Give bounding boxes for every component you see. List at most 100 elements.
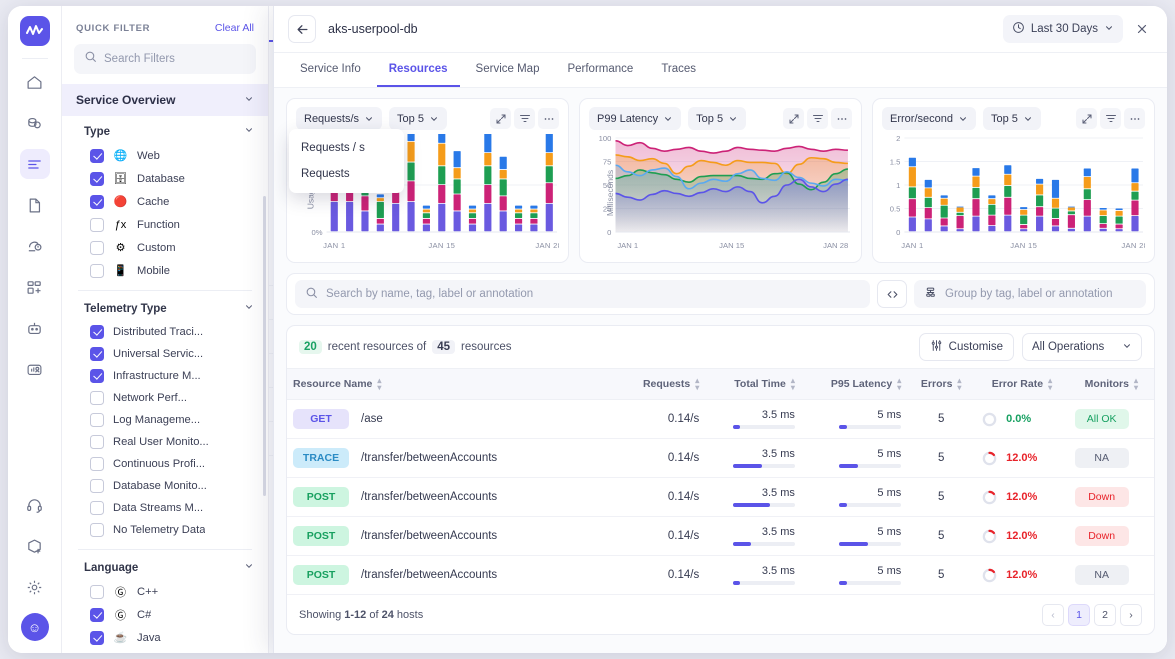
filter-checkbox-real-user-monito[interactable]: Real User Monito... — [62, 431, 268, 453]
checkbox[interactable] — [90, 264, 104, 278]
column-header-p95-latency[interactable]: P95 Latency▴▾ — [801, 369, 907, 400]
metric-selector-errors[interactable]: Error/second — [882, 107, 976, 130]
metric-selector-p99[interactable]: P99 Latency — [589, 107, 681, 130]
sort-icon[interactable]: ▴▾ — [897, 377, 901, 391]
tab-service-map[interactable]: Service Map — [464, 53, 552, 87]
checkbox[interactable] — [90, 608, 104, 622]
filter-checkbox-database[interactable]: 🗄Database — [62, 167, 268, 190]
checkbox[interactable] — [90, 369, 104, 383]
checkbox[interactable] — [90, 457, 104, 471]
column-header-monitors[interactable]: Monitors▴▾ — [1069, 369, 1154, 400]
filter-checkbox-no-telemetry-data[interactable]: No Telemetry Data — [62, 519, 268, 541]
filter-icon[interactable] — [807, 108, 828, 129]
filter-checkbox-data-streams-m[interactable]: Data Streams M... — [62, 497, 268, 519]
checkbox[interactable] — [90, 347, 104, 361]
expand-icon[interactable] — [1076, 108, 1097, 129]
filter-checkbox-distributed-traci[interactable]: Distributed Traci... — [62, 321, 268, 343]
page-button-1[interactable]: 1 — [1068, 604, 1090, 626]
page-button-2[interactable]: 2 — [1094, 604, 1116, 626]
filter-section-type[interactable]: Type — [62, 116, 268, 144]
avatar[interactable]: ☺ — [21, 613, 49, 641]
filters-scrollbar[interactable] — [263, 196, 266, 496]
more-options-icon[interactable] — [538, 108, 559, 129]
table-row[interactable]: TRACE/transfer/betweenAccounts0.14/s3.5 … — [287, 439, 1154, 478]
more-options-icon[interactable] — [1124, 108, 1145, 129]
expand-icon[interactable] — [783, 108, 804, 129]
column-header-total-time[interactable]: Total Time▴▾ — [705, 369, 801, 400]
filter-section-language[interactable]: Language — [62, 552, 268, 580]
group-by-input[interactable]: Group by tag, label or annotation — [914, 280, 1146, 308]
checkbox[interactable] — [90, 195, 104, 209]
checkbox[interactable] — [90, 631, 104, 645]
checkbox[interactable] — [90, 413, 104, 427]
time-range-selector[interactable]: Last 30 Days — [1003, 15, 1123, 43]
sort-icon[interactable]: ▴▾ — [957, 377, 961, 391]
filter-checkbox-cache[interactable]: 🔴Cache — [62, 190, 268, 213]
checkbox[interactable] — [90, 149, 104, 163]
checkbox[interactable] — [90, 241, 104, 255]
documents-icon[interactable] — [20, 190, 50, 220]
filter-checkbox-database-monito[interactable]: Database Monito... — [62, 475, 268, 497]
close-icon[interactable] — [1129, 16, 1155, 42]
integrations-icon[interactable] — [20, 108, 50, 138]
filter-section-telemetry-type[interactable]: Telemetry Type — [62, 293, 268, 321]
code-icon[interactable] — [877, 280, 907, 308]
checkbox[interactable] — [90, 479, 104, 493]
bot-icon[interactable] — [20, 313, 50, 343]
checkbox[interactable] — [90, 325, 104, 339]
checkbox[interactable] — [90, 501, 104, 515]
search-filters-input[interactable]: Search Filters — [74, 44, 256, 74]
sort-icon[interactable]: ▴▾ — [1134, 377, 1138, 391]
sort-icon[interactable]: ▴▾ — [695, 377, 699, 391]
checkbox[interactable] — [90, 523, 104, 537]
filter-checkbox-log-manageme[interactable]: Log Manageme... — [62, 409, 268, 431]
resource-path[interactable]: /transfer/betweenAccounts — [349, 530, 497, 542]
dropdown-item-requests-per-s[interactable]: Requests / s — [289, 135, 404, 161]
filter-checkbox-custom[interactable]: ⚙Custom — [62, 236, 268, 259]
add-package-icon[interactable] — [20, 531, 50, 561]
metric-selector-requests[interactable]: Requests/s — [296, 107, 382, 130]
table-row[interactable]: POST/transfer/betweenAccounts0.14/s3.5 m… — [287, 478, 1154, 517]
filter-checkbox-javascript[interactable]: JSJavascript — [62, 649, 268, 653]
sort-icon[interactable]: ▴▾ — [377, 377, 381, 391]
top-selector-p99[interactable]: Top 5 — [688, 107, 746, 130]
resource-path[interactable]: /transfer/betweenAccounts — [349, 569, 497, 581]
home-icon[interactable] — [20, 67, 50, 97]
logo-mark[interactable] — [20, 16, 50, 46]
top-selector-requests[interactable]: Top 5 — [389, 107, 447, 130]
back-arrow-icon[interactable] — [288, 15, 316, 43]
next-page-button[interactable]: › — [1120, 604, 1142, 626]
insights-icon[interactable] — [20, 354, 50, 384]
resource-path[interactable]: /transfer/betweenAccounts — [349, 452, 497, 464]
filter-checkbox-java[interactable]: ☕Java — [62, 626, 268, 649]
table-row[interactable]: POST/transfer/betweenAccounts0.14/s3.5 m… — [287, 517, 1154, 556]
filter-icon[interactable] — [514, 108, 535, 129]
operations-select[interactable]: All Operations — [1022, 333, 1142, 361]
prev-page-button[interactable]: ‹ — [1042, 604, 1064, 626]
table-row[interactable]: GET/ase0.14/s3.5 ms5 ms50.0%All OK — [287, 400, 1154, 439]
section-service-overview[interactable]: Service Overview — [62, 84, 268, 116]
filter-checkbox-infrastructure-m[interactable]: Infrastructure M... — [62, 365, 268, 387]
more-options-icon[interactable] — [831, 108, 852, 129]
services-icon[interactable] — [20, 149, 50, 179]
column-header-errors[interactable]: Errors▴▾ — [907, 369, 975, 400]
tab-traces[interactable]: Traces — [649, 53, 708, 87]
sort-icon[interactable]: ▴▾ — [1048, 377, 1052, 391]
resource-path[interactable]: /transfer/betweenAccounts — [349, 491, 497, 503]
filter-checkbox-mobile[interactable]: 📱Mobile — [62, 259, 268, 282]
column-header-resource-name[interactable]: Resource Name▴▾ — [287, 369, 617, 400]
filter-checkbox-function[interactable]: ƒxFunction — [62, 213, 268, 236]
tab-performance[interactable]: Performance — [555, 53, 645, 87]
column-header-requests[interactable]: Requests▴▾ — [617, 369, 705, 400]
checkbox[interactable] — [90, 218, 104, 232]
sort-icon[interactable]: ▴▾ — [791, 377, 795, 391]
customise-button[interactable]: Customise — [919, 333, 1014, 361]
dropdown-item-requests[interactable]: Requests — [289, 161, 404, 187]
table-row[interactable]: POST/transfer/betweenAccounts0.14/s3.5 m… — [287, 556, 1154, 595]
filter-checkbox-continuous-profi[interactable]: Continuous Profi... — [62, 453, 268, 475]
top-selector-errors[interactable]: Top 5 — [983, 107, 1041, 130]
filter-checkbox-universal-servic[interactable]: Universal Servic... — [62, 343, 268, 365]
filter-checkbox-c[interactable]: ⒼC# — [62, 603, 268, 626]
resource-path[interactable]: /ase — [349, 413, 383, 425]
clear-all-button[interactable]: Clear All — [215, 22, 254, 34]
